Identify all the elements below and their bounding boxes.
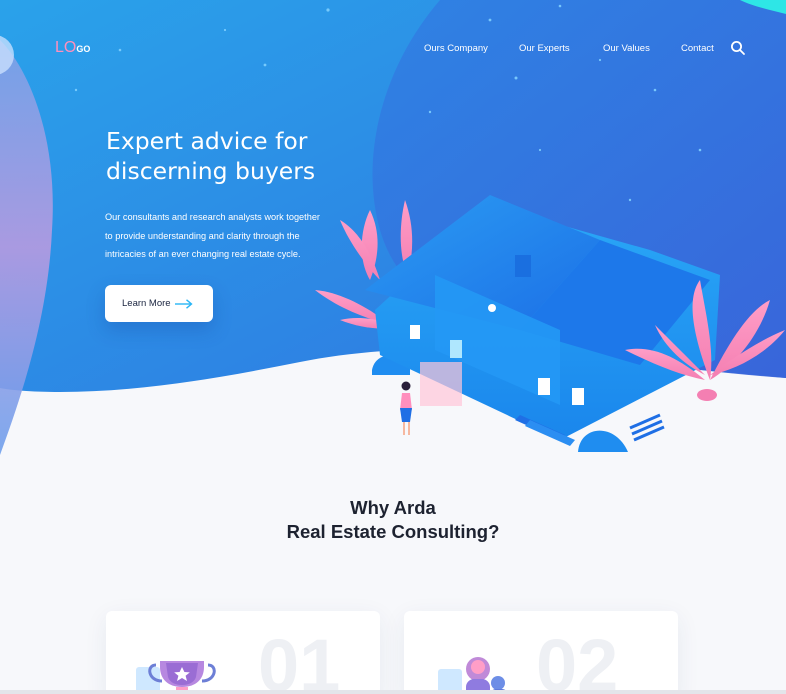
- feature-card-2: 02: [404, 611, 678, 694]
- logo[interactable]: LOGO: [55, 39, 90, 57]
- hero-title-line-1: Expert advice for: [106, 127, 308, 155]
- learn-more-label: Learn More: [122, 298, 171, 309]
- arrow-right-icon: [174, 298, 193, 309]
- nav-ours-company[interactable]: Ours Company: [424, 43, 488, 54]
- hero-title-line-2: discerning buyers: [106, 157, 316, 185]
- why-section-title: Why Arda Real Estate Consulting?: [0, 496, 786, 544]
- people-icon: [438, 657, 508, 694]
- house-illustration: [315, 195, 785, 452]
- logo-main-text: LO: [55, 39, 77, 56]
- search-icon: [731, 41, 745, 55]
- why-title-line-1: Why Arda: [350, 497, 436, 518]
- page-bottom-edge: [0, 690, 786, 694]
- logo-sub-text: GO: [76, 44, 91, 54]
- card-number: 02: [536, 624, 619, 694]
- card-number: 01: [258, 624, 341, 694]
- why-title-line-2: Real Estate Consulting?: [286, 521, 500, 542]
- nav-our-values[interactable]: Our Values: [603, 43, 650, 54]
- hero-title: Expert advice for discerning buyers: [106, 126, 406, 186]
- nav-contact[interactable]: Contact: [681, 43, 714, 54]
- trophy-icon: [136, 661, 216, 694]
- learn-more-button[interactable]: Learn More: [105, 285, 213, 322]
- search-button[interactable]: [730, 40, 746, 56]
- nav-our-experts[interactable]: Our Experts: [519, 43, 570, 54]
- hero-section: LOGO Ours Company Our Experts Our Values…: [0, 0, 786, 470]
- feature-card-1: 01: [106, 611, 380, 694]
